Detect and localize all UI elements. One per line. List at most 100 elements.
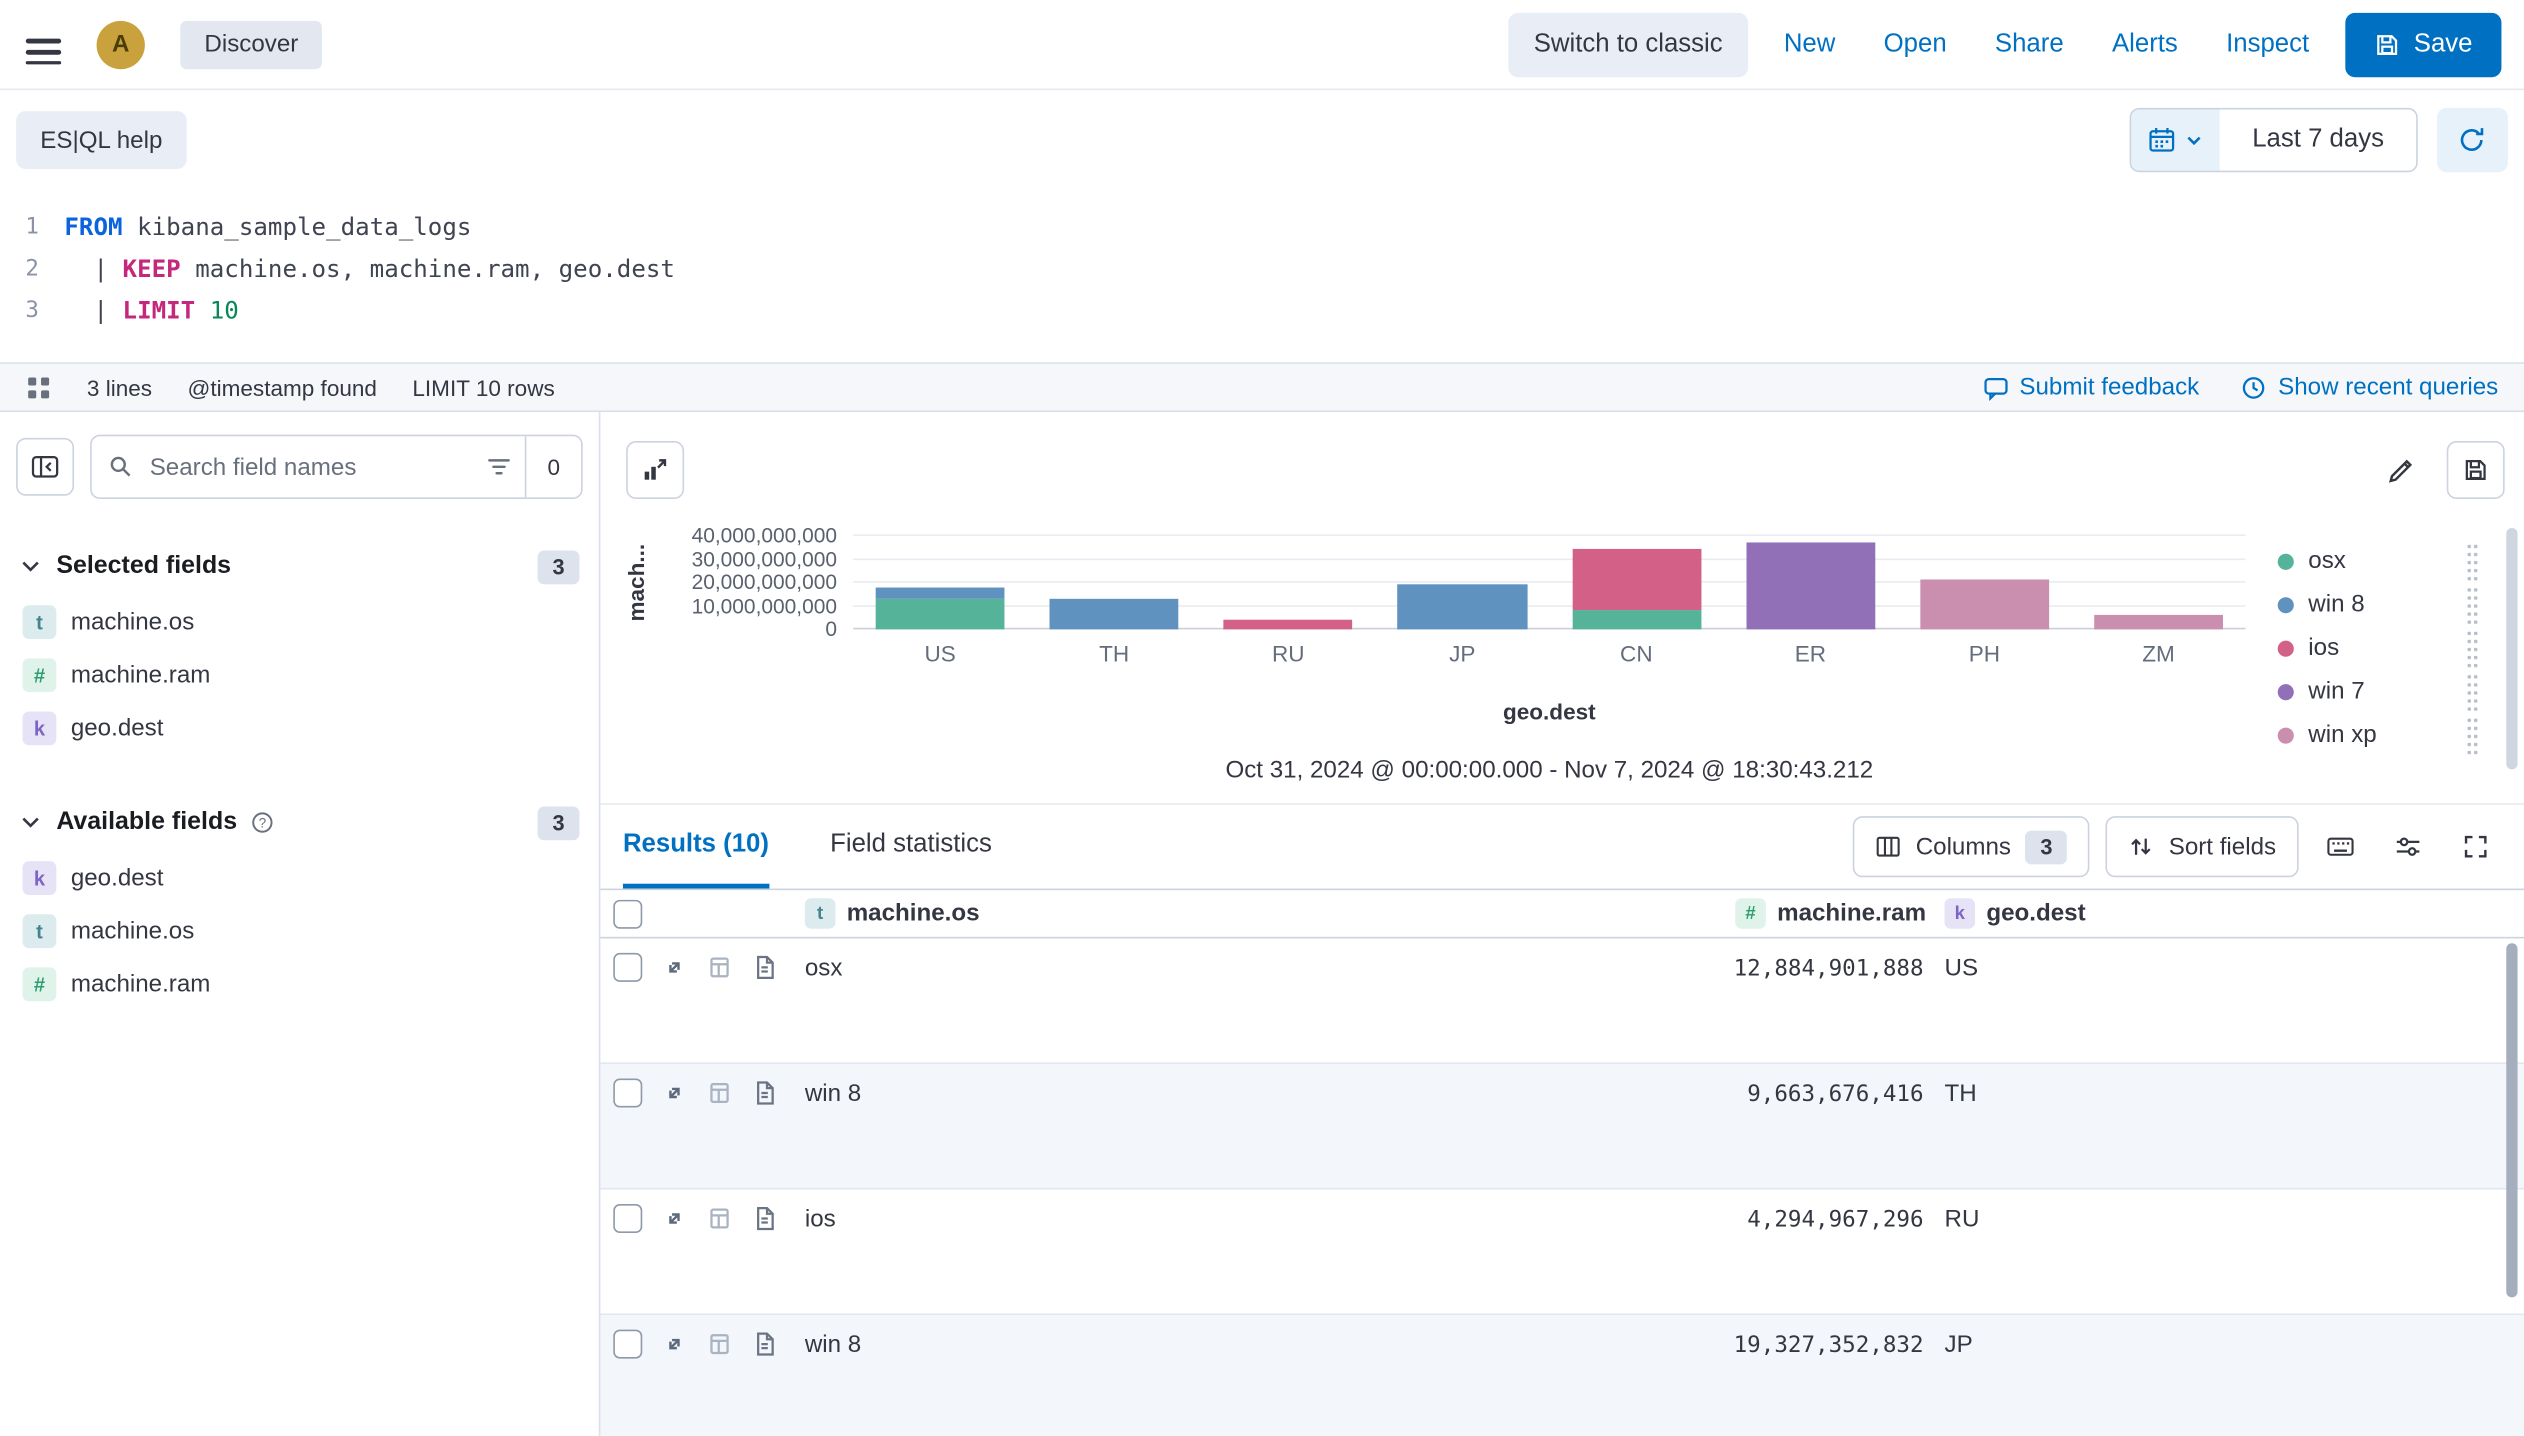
expand-row-icon[interactable] <box>662 955 688 981</box>
column-header-machine-os[interactable]: t machine.os <box>792 898 1722 929</box>
esql-help-button[interactable]: ES|QL help <box>16 111 186 169</box>
display-options-button[interactable] <box>2382 821 2434 873</box>
save-visualization-button[interactable] <box>2447 441 2505 499</box>
bar-column-JP[interactable] <box>1375 536 1549 629</box>
field-list-item[interactable]: kgeo.dest <box>0 702 599 755</box>
row-checkbox[interactable] <box>613 953 642 982</box>
legend-item[interactable]: win 7 <box>2278 670 2479 713</box>
selected-fields-header[interactable]: Selected fields 3 <box>0 538 599 596</box>
bar-column-ER[interactable] <box>1723 536 1897 629</box>
nav-link-inspect[interactable]: Inspect <box>2226 30 2309 59</box>
bar-column-PH[interactable] <box>1897 536 2071 629</box>
legend-drag-handle[interactable] <box>2466 629 2479 668</box>
filter-icon[interactable] <box>486 454 512 480</box>
view-document-icon[interactable] <box>752 955 778 981</box>
bar-segment-win xp[interactable] <box>1920 579 2049 629</box>
y-axis-ticks: 40,000,000,00030,000,000,00020,000,000,0… <box>633 525 837 641</box>
legend-item[interactable]: osx <box>2278 539 2479 582</box>
main-area: 0 Selected fields 3 tmachine.os#machine.… <box>0 412 2524 1436</box>
collapse-fields-panel-button[interactable] <box>16 438 74 496</box>
edit-visualization-button[interactable] <box>2376 444 2428 496</box>
help-icon[interactable]: ? <box>252 811 275 834</box>
x-axis-tick-label: PH <box>1897 641 2071 667</box>
fullscreen-button[interactable] <box>2450 821 2502 873</box>
legend-item[interactable]: win 8 <box>2278 583 2479 626</box>
cell-gap <box>1924 938 1945 954</box>
bar-segment-win 8[interactable] <box>1398 584 1527 629</box>
legend-drag-handle[interactable] <box>2466 585 2479 624</box>
legend-label: win 8 <box>2308 591 2364 618</box>
expand-row-icon[interactable] <box>662 1206 688 1232</box>
view-table-icon[interactable] <box>707 1206 733 1232</box>
breadcrumb[interactable]: Discover <box>180 20 322 68</box>
view-document-icon[interactable] <box>752 1331 778 1357</box>
chart-options-button[interactable] <box>626 441 684 499</box>
available-fields-header[interactable]: Available fields ? 3 <box>0 794 599 852</box>
field-search-input[interactable] <box>146 452 486 483</box>
bar-segment-osx[interactable] <box>1572 609 1701 629</box>
nav-link-alerts[interactable]: Alerts <box>2112 30 2178 59</box>
switch-to-classic-button[interactable]: Switch to classic <box>1508 12 1748 76</box>
sort-fields-button[interactable]: Sort fields <box>2106 816 2299 877</box>
time-range-button[interactable]: Last 7 days <box>2220 109 2416 170</box>
bar-segment-ios[interactable] <box>1572 548 1701 609</box>
bar-segment-ios[interactable] <box>1224 619 1353 629</box>
bar-column-US[interactable] <box>853 536 1027 629</box>
view-document-icon[interactable] <box>752 1206 778 1232</box>
submit-feedback-link[interactable]: Submit feedback <box>1982 373 2199 400</box>
view-table-icon[interactable] <box>707 1331 733 1357</box>
results-scrollbar[interactable] <box>2506 943 2517 1297</box>
nav-link-new[interactable]: New <box>1784 30 1836 59</box>
field-list-item[interactable]: #machine.ram <box>0 958 599 1011</box>
view-table-icon[interactable] <box>707 955 733 981</box>
bar-segment-win 8[interactable] <box>1050 599 1179 629</box>
save-button[interactable]: Save <box>2345 12 2502 76</box>
bar-segment-win 8[interactable] <box>876 588 1005 599</box>
main-menu-button[interactable] <box>26 24 61 65</box>
keyboard-shortcuts-button[interactable] <box>2315 821 2367 873</box>
field-list-item[interactable]: tmachine.os <box>0 596 599 649</box>
nav-link-open[interactable]: Open <box>1884 30 1947 59</box>
view-document-icon[interactable] <box>752 1080 778 1106</box>
esql-editor[interactable]: 1 FROM kibana_sample_data_logs 2 | KEEP … <box>0 190 2524 362</box>
chart-scrollbar[interactable] <box>2506 528 2517 769</box>
space-avatar[interactable]: A <box>97 20 145 68</box>
columns-button[interactable]: Columns 3 <box>1853 816 2090 877</box>
row-checkbox[interactable] <box>613 1078 642 1107</box>
bar-column-CN[interactable] <box>1549 536 1723 629</box>
legend-item[interactable]: win xp <box>2278 713 2479 756</box>
nav-link-share[interactable]: Share <box>1995 30 2064 59</box>
bar-column-RU[interactable] <box>1201 536 1375 629</box>
row-checkbox[interactable] <box>613 1330 642 1359</box>
row-controls <box>613 1064 792 1107</box>
row-checkbox[interactable] <box>613 1204 642 1233</box>
legend-drag-handle[interactable] <box>2466 716 2479 755</box>
legend-drag-handle[interactable] <box>2466 542 2479 581</box>
field-list-item[interactable]: tmachine.os <box>0 905 599 958</box>
tab-field-statistics[interactable]: Field statistics <box>830 805 992 889</box>
field-list-item[interactable]: #machine.ram <box>0 649 599 702</box>
bar-segment-osx[interactable] <box>876 599 1005 629</box>
field-filter-controls: 0 <box>486 436 581 497</box>
tab-results[interactable]: Results (10) <box>623 805 769 889</box>
field-list-item[interactable]: kgeo.dest <box>0 852 599 905</box>
show-recent-queries-link[interactable]: Show recent queries <box>2241 373 2498 400</box>
view-table-icon[interactable] <box>707 1080 733 1106</box>
bar-column-TH[interactable] <box>1027 536 1201 629</box>
bar-column-ZM[interactable] <box>2071 536 2245 629</box>
legend-drag-handle[interactable] <box>2466 672 2479 711</box>
expand-row-icon[interactable] <box>662 1331 688 1357</box>
clock-icon <box>2241 374 2267 400</box>
sidebar-controls: 0 <box>0 435 599 499</box>
bar-segment-win xp[interactable] <box>2094 614 2223 629</box>
select-all-checkbox[interactable] <box>613 899 642 928</box>
legend-item[interactable]: ios <box>2278 626 2479 669</box>
expand-row-icon[interactable] <box>662 1080 688 1106</box>
cell-geo-dest: TH <box>1945 1064 2524 1107</box>
quick-select-date-button[interactable] <box>2132 109 2221 170</box>
bar-segment-win 7[interactable] <box>1746 543 1875 629</box>
column-header-machine-ram[interactable]: # machine.ram <box>1722 898 1923 929</box>
refresh-query-button[interactable] <box>2437 108 2508 172</box>
column-header-geo-dest[interactable]: k geo.dest <box>1945 898 2524 929</box>
chart-plot-area <box>853 536 2245 629</box>
